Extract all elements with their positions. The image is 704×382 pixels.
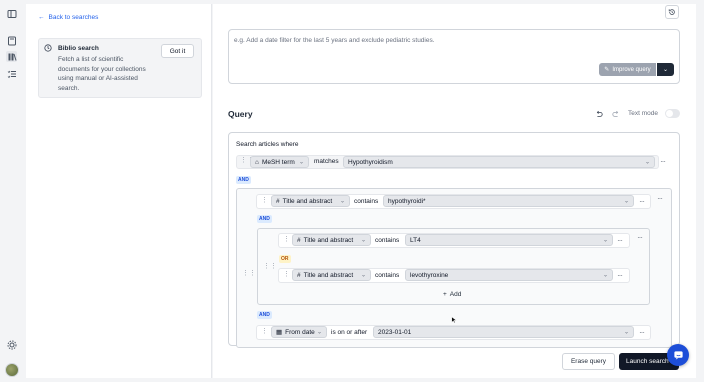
plus-icon: + [443, 291, 447, 298]
left-rail [0, 0, 24, 382]
chevron-down-icon: ⌄ [602, 237, 608, 244]
add-label: Add [449, 291, 462, 298]
chevron-down-icon: ⌄ [360, 272, 366, 279]
history-icon[interactable] [665, 5, 679, 19]
improve-dropdown-button[interactable]: ⌄ [657, 63, 674, 76]
more-options-icon[interactable]: ··· [657, 194, 663, 203]
value-select[interactable]: LT4 ⌄ [405, 234, 613, 246]
more-options-icon[interactable]: ··· [617, 271, 623, 280]
calendar-icon: ▦ [276, 329, 283, 336]
chat-support-button[interactable] [667, 344, 689, 366]
field-label: Title and abstract [282, 197, 333, 205]
combinator-and[interactable]: AND [236, 176, 251, 184]
value-label: levothyroxine [410, 271, 449, 279]
chat-bubble-icon [673, 350, 683, 360]
improve-query-button[interactable]: ✎ Improve query [599, 63, 656, 76]
text-mode-label: Text mode [628, 110, 658, 117]
operator-label: contains [354, 198, 379, 205]
card-description: Fetch a list of scientific documents for… [58, 56, 146, 92]
value-label: hypothyroidi* [388, 197, 426, 205]
field-select[interactable]: ▦ From date ⌄ [271, 326, 327, 338]
combinator-and[interactable]: AND [257, 215, 272, 223]
operator-label: is on or after [331, 329, 368, 336]
improve-query-label: Improve query [612, 66, 651, 73]
chevron-down-icon: ⌄ [623, 198, 629, 205]
operator-label: matches [314, 158, 339, 165]
chevron-down-icon: ⌄ [623, 329, 629, 336]
field-label: From date [285, 328, 315, 336]
query-title: Query [228, 109, 253, 119]
value-label: Hypothyroidism [348, 158, 393, 166]
operator-label: contains [375, 237, 400, 244]
settings-gear-icon[interactable] [6, 339, 17, 350]
more-options-icon[interactable]: ··· [637, 233, 643, 242]
drag-handle-icon[interactable]: ⋮⋮ [263, 263, 277, 270]
card-title: Biblio search [58, 45, 99, 52]
more-options-icon[interactable]: ··· [617, 236, 623, 245]
clock-icon [44, 44, 52, 52]
erase-query-button[interactable]: Erase query [562, 353, 615, 370]
combinator-and[interactable]: AND [257, 311, 272, 319]
chevron-down-icon: ⌄ [360, 237, 366, 244]
value-label: LT4 [410, 236, 421, 244]
chevron-down-icon: ⌄ [316, 329, 322, 336]
value-select[interactable]: Hypothyroidism ⌄ [343, 156, 655, 168]
field-select[interactable]: # Title and abstract ⌄ [292, 234, 371, 246]
search-books-icon[interactable] [6, 51, 17, 62]
value-select[interactable]: 2023-01-01 ⌄ [373, 326, 634, 338]
value-select[interactable]: hypothyroidi* ⌄ [383, 195, 634, 207]
redo-icon[interactable] [612, 110, 620, 120]
arrow-left-icon: ← [38, 14, 45, 21]
back-to-searches-link[interactable]: ← Back to searches [38, 14, 98, 21]
field-select[interactable]: # Title and abstract ⌄ [292, 269, 371, 281]
hash-icon: # [297, 271, 301, 279]
text-mode-toggle[interactable] [665, 109, 680, 118]
chevron-down-icon: ⌄ [298, 159, 304, 166]
chevron-down-icon: ⌄ [662, 67, 669, 73]
chevron-down-icon: ⌄ [602, 272, 608, 279]
user-avatar[interactable] [5, 363, 19, 377]
more-options-icon[interactable]: ··· [639, 197, 645, 206]
chevron-down-icon: ⌄ [339, 198, 345, 205]
more-options-icon[interactable]: ··· [639, 328, 645, 337]
field-label: Title and abstract [303, 236, 354, 244]
field-select[interactable]: ⌂ MeSH term ⌄ [250, 156, 309, 168]
tag-icon: ⌂ [255, 158, 259, 166]
value-label: 2023-01-01 [378, 328, 412, 336]
back-label: Back to searches [48, 14, 99, 21]
list-check-icon[interactable] [6, 68, 17, 79]
value-select[interactable]: levothyroxine ⌄ [405, 269, 613, 281]
builder-intro: Search articles where [236, 141, 299, 148]
mouse-cursor-icon [451, 316, 457, 326]
add-rule-button[interactable]: + Add [443, 291, 461, 298]
got-it-button[interactable]: Got it [161, 44, 194, 58]
more-options-icon[interactable]: ··· [660, 157, 666, 166]
chevron-down-icon: ⌄ [644, 159, 650, 166]
prompt-placeholder: e.g. Add a date filter for the last 5 ye… [234, 37, 435, 44]
operator-label: contains [375, 272, 400, 279]
sidebar-toggle-icon[interactable] [6, 8, 17, 19]
combinator-or[interactable]: OR [279, 255, 291, 263]
field-label: MeSH term [261, 158, 295, 166]
undo-icon[interactable] [595, 110, 603, 120]
hash-icon: # [276, 197, 280, 205]
library-icon[interactable] [6, 35, 17, 46]
field-select[interactable]: # Title and abstract ⌄ [271, 195, 350, 207]
hash-icon: # [297, 236, 301, 244]
edit-icon: ✎ [604, 67, 610, 73]
drag-handle-icon[interactable]: ⋮⋮ [242, 270, 256, 277]
field-label: Title and abstract [303, 271, 354, 279]
